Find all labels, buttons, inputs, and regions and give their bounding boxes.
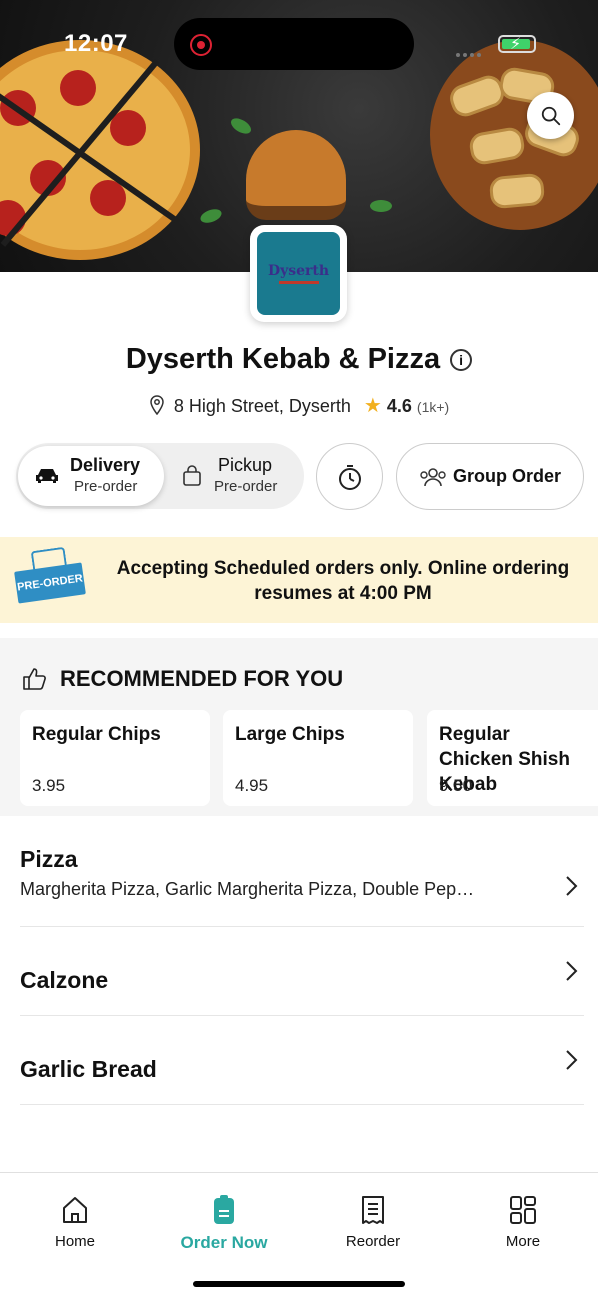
home-icon — [63, 1197, 87, 1223]
item-price: 3.95 — [32, 776, 66, 795]
item-name: Regular Chips — [32, 724, 161, 745]
pizza-illustration — [0, 40, 200, 260]
recommended-card[interactable]: Regular Chips 3.95 — [20, 710, 210, 806]
logo-text: Dyserth — [267, 263, 330, 279]
category-row-pizza[interactable]: Pizza Margherita Pizza, Garlic Margherit… — [20, 846, 584, 927]
delivery-option[interactable]: Delivery Pre-order — [18, 446, 164, 506]
car-icon — [36, 469, 58, 483]
order-mode-toggle: Delivery Pre-order Pickup Pre-order — [16, 443, 304, 509]
delivery-sub: Pre-order — [74, 478, 138, 495]
group-order-button[interactable]: Group Order — [396, 443, 584, 510]
chevron-right-icon — [566, 876, 578, 896]
tab-label: More — [505, 1233, 541, 1250]
recommended-card[interactable]: Regular Chicken Shish Kebab 9.50 — [427, 710, 598, 806]
item-name: Regular Chicken Shish Kebab — [439, 724, 570, 795]
order-icon — [214, 1195, 234, 1224]
chevron-right-icon — [566, 961, 578, 981]
signal-icon — [456, 44, 486, 57]
item-name: Large Chips — [235, 724, 345, 745]
tab-order-now[interactable]: Order Now — [164, 1195, 284, 1253]
restaurant-address: 8 High Street, Dyserth — [173, 396, 351, 416]
item-price: 4.95 — [235, 776, 269, 795]
receipt-icon — [362, 1196, 384, 1224]
bag-icon — [183, 465, 201, 486]
category-row-garlic-bread[interactable]: Garlic Bread — [20, 1016, 584, 1105]
tab-home[interactable]: Home — [15, 1195, 135, 1250]
restaurant-address-row: 8 High Street, Dyserth ★ 4.6 (1k+) — [0, 393, 598, 418]
category-description: Margherita Pizza, Garlic Margherita Pizz… — [20, 879, 475, 899]
recommended-title: RECOMMENDED FOR YOU — [22, 666, 343, 692]
star-icon: ★ — [363, 395, 382, 417]
pickup-option[interactable]: Pickup Pre-order — [168, 446, 302, 506]
item-price: 9.50 — [439, 776, 473, 795]
restaurant-name: Dyserth Kebab & Pizza — [125, 343, 441, 375]
banner-message: Accepting Scheduled orders only. Online … — [116, 558, 570, 604]
restaurant-title: Dyserth Kebab & Pizza i — [0, 343, 598, 376]
category-name: Calzone — [20, 967, 109, 993]
tab-label: Reorder — [345, 1233, 401, 1250]
preorder-badge: PRE-ORDER — [14, 562, 86, 604]
group-icon — [420, 467, 446, 486]
restaurant-logo: Dyserth — [250, 225, 347, 322]
group-order-label: Group Order — [452, 466, 561, 486]
category-name: Garlic Bread — [20, 1056, 157, 1082]
status-time: 12:07 — [64, 30, 128, 57]
rating-value: 4.6 — [386, 396, 412, 416]
search-icon — [541, 106, 560, 125]
category-name: Pizza — [20, 846, 78, 872]
search-button[interactable] — [527, 92, 574, 139]
garlic-bread-illustration — [430, 40, 598, 230]
chevron-right-icon — [566, 1050, 578, 1070]
tab-label: Order Now — [180, 1233, 268, 1252]
pickup-sub: Pre-order — [214, 478, 278, 495]
rating-count: (1k+) — [416, 399, 450, 415]
battery-icon: ⚡ — [498, 35, 536, 53]
grid-icon — [510, 1196, 536, 1224]
tab-reorder[interactable]: Reorder — [313, 1195, 433, 1250]
thumbs-up-icon — [23, 668, 46, 690]
schedule-button[interactable] — [316, 443, 383, 510]
category-row-calzone[interactable]: Calzone — [20, 927, 584, 1016]
location-pin-icon — [150, 395, 164, 415]
stopwatch-icon — [338, 464, 361, 490]
home-indicator — [193, 1281, 405, 1287]
pickup-label: Pickup — [218, 455, 273, 475]
recommended-section: RECOMMENDED FOR YOU Regular Chips 3.95 L… — [0, 638, 598, 816]
delivery-label: Delivery — [70, 455, 141, 475]
preorder-banner: PRE-ORDER Accepting Scheduled orders onl… — [0, 537, 598, 623]
tab-more[interactable]: More — [463, 1195, 583, 1250]
burger-illustration — [246, 130, 346, 220]
info-icon[interactable]: i — [450, 349, 473, 371]
recording-indicator-icon — [190, 34, 212, 56]
tab-label: Home — [54, 1233, 95, 1250]
recommended-card[interactable]: Large Chips 4.95 — [223, 710, 413, 806]
